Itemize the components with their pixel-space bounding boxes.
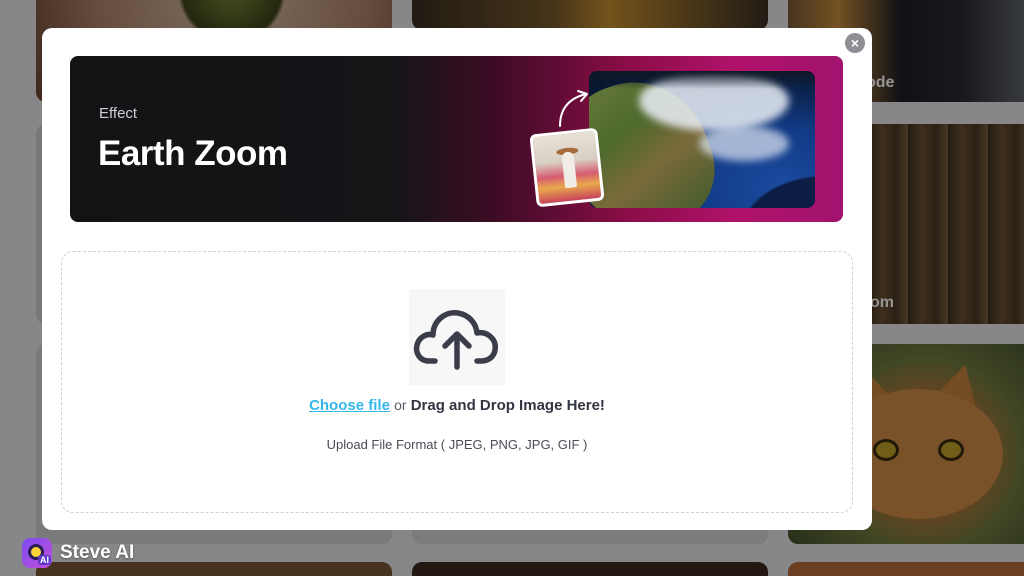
file-dropzone[interactable]: Choose file or Drag and Drop Image Here!… [61, 251, 853, 513]
upload-instruction: Choose file or Drag and Drop Image Here! [62, 397, 852, 414]
close-icon: × [850, 35, 860, 51]
steve-ai-logo-icon: AI [22, 538, 52, 568]
photo-person [561, 151, 578, 189]
upload-modal: × Effect Earth Zoom Choose file or Drag … [42, 28, 872, 530]
curved-arrow-icon [559, 90, 588, 127]
file-format-hint: Upload File Format ( JPEG, PNG, JPG, GIF… [326, 437, 588, 452]
steve-ai-watermark: AI Steve AI [22, 538, 134, 568]
earth-cloud [699, 126, 789, 161]
effect-banner: Effect Earth Zoom [70, 56, 843, 222]
banner-title: Earth Zoom [98, 134, 288, 173]
logo-badge: AI [38, 555, 51, 565]
close-button[interactable]: × [845, 33, 865, 53]
watermark-label: Steve AI [60, 542, 135, 563]
drag-drop-label: Drag and Drop Image Here! [410, 397, 605, 414]
banner-eyebrow: Effect [99, 105, 138, 122]
cloud-upload-icon[interactable] [409, 289, 505, 385]
or-label: or [394, 397, 407, 413]
earth-horizon [589, 71, 815, 89]
choose-file-link[interactable]: Choose file [309, 397, 390, 414]
earth-preview-image [589, 71, 815, 208]
source-photo-thumbnail [529, 127, 605, 208]
